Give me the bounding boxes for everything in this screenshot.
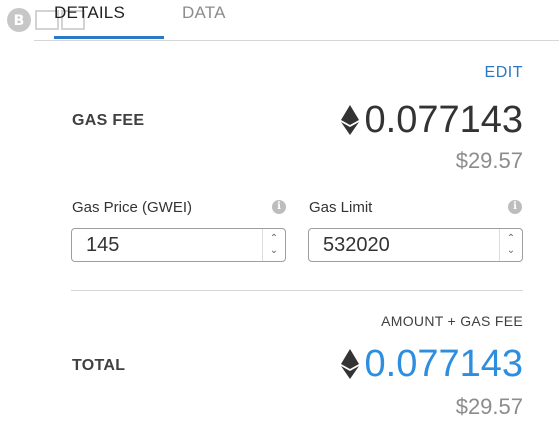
transaction-details-panel: B DETAILS DATA EDIT GAS FEE 0.077143 $29… <box>0 0 559 432</box>
info-icon[interactable]: i <box>508 200 522 214</box>
section-divider <box>71 290 523 291</box>
total-usd-amount: $29.57 <box>455 394 523 419</box>
tab-details[interactable]: DETAILS <box>54 0 164 39</box>
gas-limit-input[interactable]: 532020 ⌃ ⌄ <box>308 228 523 262</box>
total-eth-amount: 0.077143 <box>340 343 524 385</box>
ethereum-icon <box>340 349 359 379</box>
info-icon[interactable]: i <box>272 200 286 214</box>
gas-price-label: Gas Price (GWEI) <box>72 199 193 216</box>
chevron-up-icon[interactable]: ⌃ <box>270 233 278 245</box>
gas-limit-label: Gas Limit <box>309 199 373 216</box>
chevron-down-icon[interactable]: ⌄ <box>270 245 278 257</box>
chevron-down-icon[interactable]: ⌄ <box>507 245 515 257</box>
tab-bar: DETAILS DATA <box>34 0 559 41</box>
gas-fee-eth-value: 0.077143 <box>364 99 524 141</box>
total-label: TOTAL <box>72 357 126 374</box>
gas-fee-usd-amount: $29.57 <box>455 148 523 173</box>
total-eth-value: 0.077143 <box>364 343 524 385</box>
gas-limit-value[interactable]: 532020 <box>309 234 499 257</box>
edit-button[interactable]: EDIT <box>485 64 523 82</box>
amount-plus-gas-fee-label: AMOUNT + GAS FEE <box>381 313 523 329</box>
gas-price-input[interactable]: 145 ⌃ ⌄ <box>71 228 286 262</box>
tab-data[interactable]: DATA <box>182 0 242 38</box>
gas-price-value[interactable]: 145 <box>72 234 262 257</box>
svg-text:B: B <box>14 13 25 29</box>
gas-price-stepper[interactable]: ⌃ ⌄ <box>262 229 285 261</box>
gas-limit-stepper[interactable]: ⌃ ⌄ <box>499 229 522 261</box>
gas-fee-eth-amount: 0.077143 <box>340 99 524 141</box>
gas-fee-label: GAS FEE <box>72 112 145 129</box>
ethereum-icon <box>340 105 359 135</box>
chevron-up-icon[interactable]: ⌃ <box>507 233 515 245</box>
